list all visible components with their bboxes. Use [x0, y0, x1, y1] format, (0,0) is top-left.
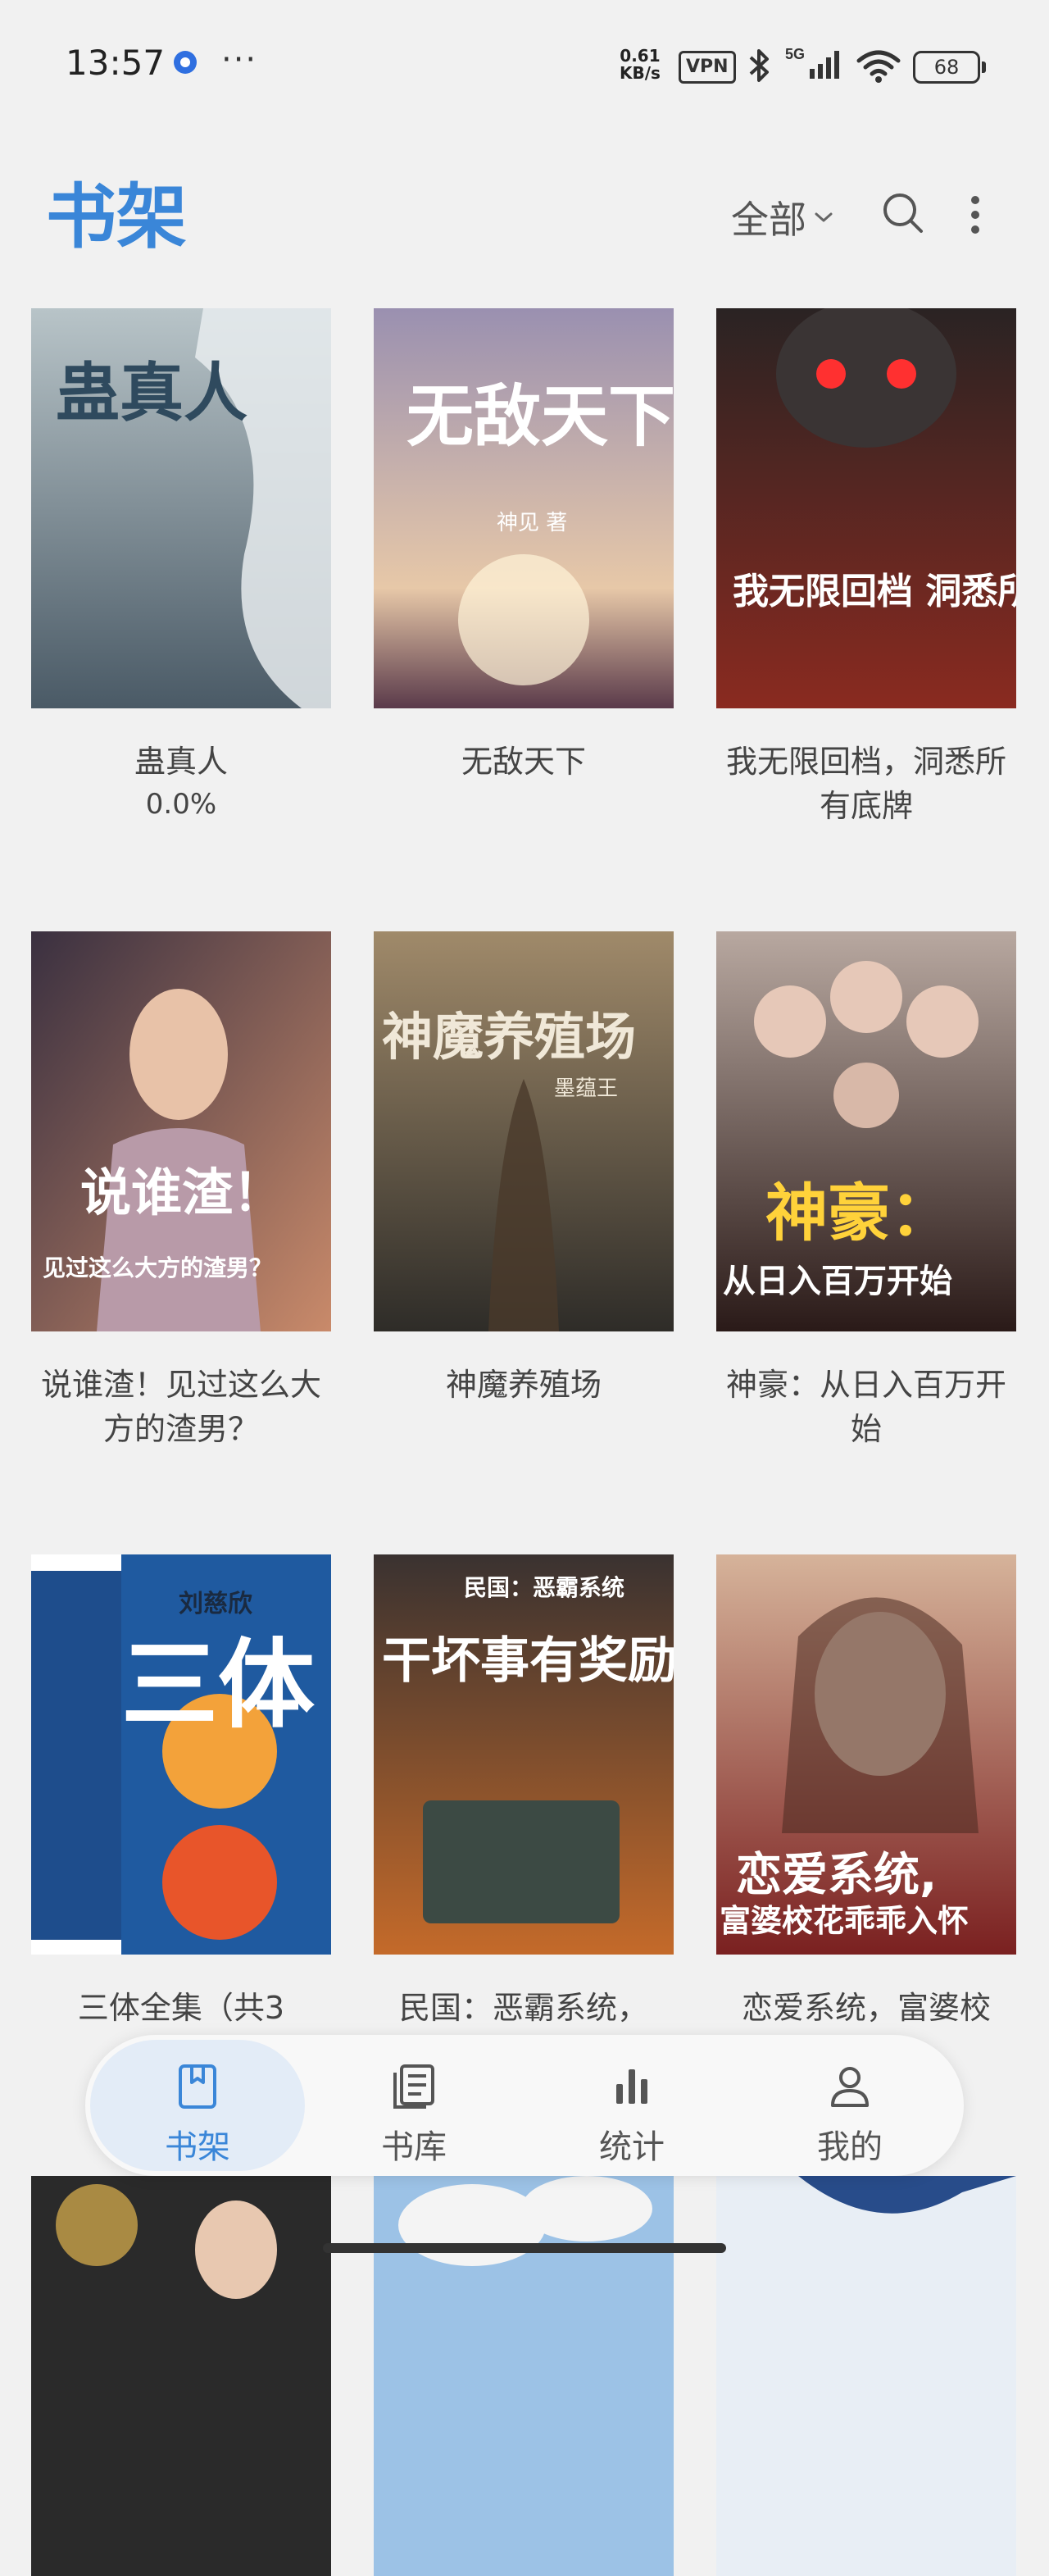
cover-title: 神魔养殖场: [382, 1007, 636, 1067]
cover-subtitle: 富婆校花乖乖入怀: [720, 1903, 969, 1939]
page-title: 书架: [46, 176, 187, 258]
book-card[interactable]: 民国：恶霸系统 干坏事有奖励! 民国：恶霸系统，: [374, 1554, 674, 2030]
more-notifications-icon: ···: [221, 41, 258, 79]
cover-subtitle: 从日入百万开始: [723, 1263, 952, 1300]
book-cover[interactable]: 恋爱系统, 富婆校花乖乖入怀: [716, 1554, 1016, 1955]
book-title: 蛊真人: [134, 744, 228, 780]
nav-profile[interactable]: 我的: [742, 2040, 957, 2171]
cover-author: 刘慈欣: [179, 1590, 252, 1618]
cover-title: 干坏事有奖励!: [382, 1632, 674, 1690]
app-notification-icon: [174, 51, 197, 74]
book-cover[interactable]: [374, 2176, 674, 2576]
cover-title: 神豪：: [765, 1176, 952, 1249]
nav-label: 书库: [381, 2128, 447, 2166]
home-indicator[interactable]: [323, 2243, 726, 2253]
bottom-navigation: 书架 书库 统计 我的: [85, 2035, 964, 2176]
book-title: 恋爱系统，富婆校: [741, 1990, 991, 2026]
cover-title: 三体: [121, 1628, 315, 1741]
book-title: 神豪：从日入百万开始: [725, 1367, 1006, 1447]
book-cover[interactable]: [716, 2176, 1016, 2576]
cover-title: 说谁渣！: [80, 1163, 284, 1222]
nav-label: 我的: [817, 2128, 883, 2166]
filter-label: 全部: [731, 198, 806, 242]
book-cover[interactable]: 神豪： 从日入百万开始: [716, 931, 1016, 1331]
book-progress: 0.0%: [145, 788, 217, 821]
signal-icon: 5G: [785, 46, 839, 79]
book-card[interactable]: 三体 刘慈欣 三体全集（共3: [31, 1554, 331, 2030]
book-cover[interactable]: 神魔养殖场 墨蕴王: [374, 931, 674, 1331]
battery-icon: 68: [913, 51, 986, 84]
book-title: 我无限回档，洞悉所有底牌: [725, 744, 1006, 824]
book-card[interactable]: [31, 2176, 331, 2576]
nav-stats[interactable]: 统计: [524, 2040, 739, 2171]
book-card[interactable]: [374, 2176, 674, 2576]
book-card[interactable]: 蛊真人 蛊真人 0.0%: [31, 308, 331, 825]
cover-author: 墨蕴王: [554, 1076, 618, 1101]
book-title: 三体全集（共3: [77, 1990, 285, 2026]
chevron-down-icon: [815, 212, 833, 222]
network-speed-value: 0.61: [620, 46, 661, 66]
filter-dropdown[interactable]: 全部: [731, 190, 834, 244]
nav-library[interactable]: 书库: [307, 2040, 521, 2171]
book-card[interactable]: 我无限回档 洞悉所有底牌 我无限回档，洞悉所有底牌: [716, 308, 1016, 828]
library-icon: [393, 2064, 434, 2109]
status-time: 13:57: [66, 43, 166, 83]
cover-title: 我无限回档 洞悉所有底牌: [733, 571, 1016, 612]
book-cover[interactable]: [31, 2176, 331, 2576]
status-bar: 13:57 ··· 0.61 KB/s VPN 5G 68: [0, 0, 1049, 131]
book-cover[interactable]: 民国：恶霸系统 干坏事有奖励!: [374, 1554, 674, 1955]
book-cover[interactable]: 三体 刘慈欣: [31, 1554, 331, 1955]
book-card[interactable]: 无敌天下 神见 著 无敌天下: [374, 308, 674, 784]
wifi-icon: [856, 50, 901, 83]
book-card[interactable]: 神魔养殖场 墨蕴王 神魔养殖场: [374, 931, 674, 1407]
cover-author: 神见 著: [497, 511, 567, 535]
book-card[interactable]: 神豪： 从日入百万开始 神豪：从日入百万开始: [716, 931, 1016, 1451]
nav-bookshelf[interactable]: 书架: [90, 2040, 305, 2171]
book-cover[interactable]: 说谁渣！ 见过这么大方的渣男？: [31, 931, 331, 1331]
nav-label: 统计: [599, 2128, 665, 2166]
network-type: 5G: [785, 46, 805, 62]
cover-subtitle: 民国：恶霸系统: [464, 1574, 624, 1601]
cover-title: 无敌天下: [406, 377, 674, 456]
book-title: 神魔养殖场: [445, 1367, 602, 1403]
bluetooth-icon: [749, 49, 769, 82]
book-card[interactable]: [716, 2176, 1016, 2576]
book-cover[interactable]: 蛊真人: [31, 308, 331, 708]
stats-icon: [616, 2069, 647, 2104]
book-title: 说谁渣！见过这么大方的渣男？: [40, 1367, 321, 1447]
book-title: 无敌天下: [461, 744, 586, 780]
cover-title: 蛊真人: [56, 356, 247, 430]
network-speed: 0.61 KB/s: [620, 48, 661, 82]
search-icon[interactable]: [880, 190, 926, 236]
bookshelf-icon: [179, 2064, 216, 2109]
book-card[interactable]: 说谁渣！ 见过这么大方的渣男？ 说谁渣！见过这么大方的渣男？: [31, 931, 331, 1451]
network-speed-unit: KB/s: [620, 63, 661, 83]
cover-title: 恋爱系统,: [736, 1849, 937, 1902]
profile-icon: [831, 2067, 869, 2107]
nav-label: 书架: [165, 2128, 230, 2166]
more-vertical-icon[interactable]: [967, 195, 983, 236]
book-card[interactable]: 恋爱系统, 富婆校花乖乖入怀 恋爱系统，富婆校: [716, 1554, 1016, 2030]
cover-subtitle: 见过这么大方的渣男？: [43, 1254, 272, 1281]
book-cover[interactable]: 我无限回档 洞悉所有底牌: [716, 308, 1016, 708]
book-cover[interactable]: 无敌天下 神见 著: [374, 308, 674, 708]
vpn-icon: VPN: [679, 51, 736, 84]
book-title: 民国：恶霸系统，: [398, 1990, 648, 2026]
